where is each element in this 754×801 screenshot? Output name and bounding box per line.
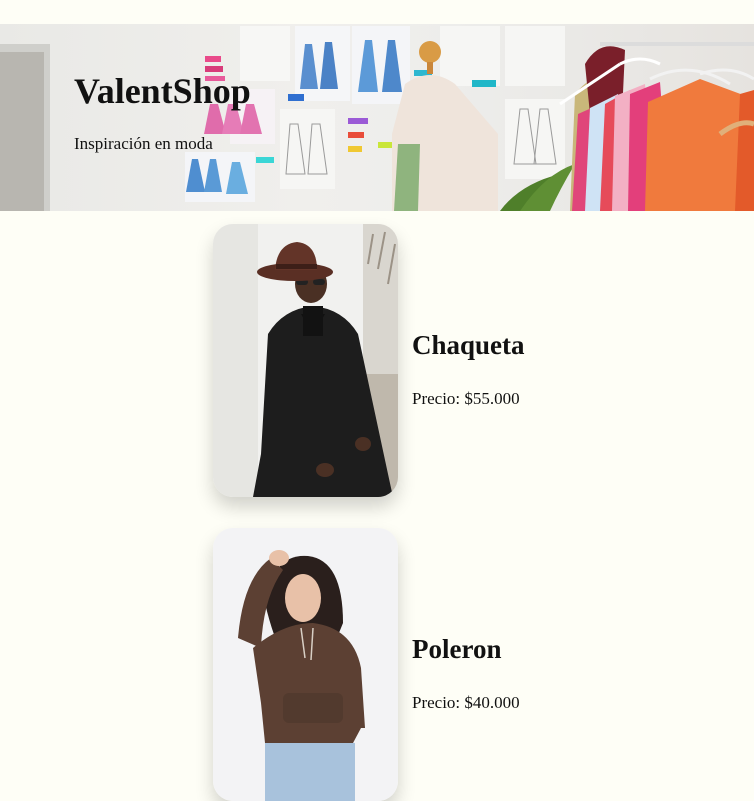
product-name-chaqueta[interactable]: Chaqueta: [412, 332, 525, 359]
man-in-black-coat-photo: [213, 224, 398, 497]
product-image-chaqueta[interactable]: [213, 224, 398, 497]
product-price-chaqueta: Precio: $55.000: [412, 389, 520, 408]
product-image-poleron[interactable]: [213, 528, 398, 801]
woman-in-brown-hoodie-photo: [213, 528, 398, 801]
page-subtitle: Inspiración en moda: [74, 134, 213, 153]
page-title: ValentShop: [74, 71, 251, 111]
product-name-poleron[interactable]: Poleron: [412, 636, 502, 663]
hero-banner: ValentShop Inspiración en moda: [0, 24, 754, 211]
fashion-studio-illustration: [0, 26, 754, 211]
product-price-poleron: Precio: $40.000: [412, 693, 520, 712]
